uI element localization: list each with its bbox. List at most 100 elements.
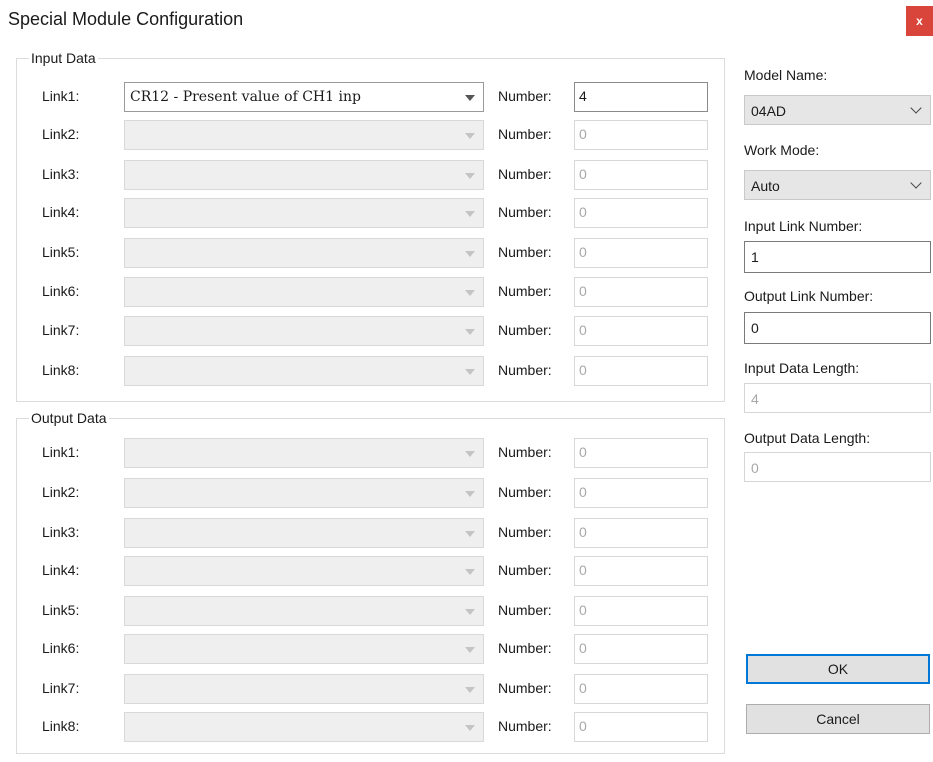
input-number-field: 0 — [574, 316, 708, 346]
input-number-field: 0 — [574, 160, 708, 190]
dropdown-arrow-icon — [465, 369, 475, 375]
output-link-combo — [124, 712, 484, 742]
input-number-label: Number: — [498, 166, 552, 182]
output-number-label: Number: — [498, 562, 552, 578]
dropdown-arrow-icon — [465, 725, 475, 731]
output-link-number-field[interactable]: 0 — [744, 312, 931, 344]
dropdown-arrow-icon — [465, 491, 475, 497]
input-data-length-field: 4 — [744, 383, 931, 413]
output-number-field: 0 — [574, 634, 708, 664]
input-link-row: Link2: Number: 0 — [0, 120, 720, 150]
input-link-row: Link6: Number: 0 — [0, 277, 720, 307]
output-link-label: Link5: — [42, 602, 80, 618]
input-number-field: 0 — [574, 277, 708, 307]
title-bar: Special Module Configuration x — [0, 0, 933, 40]
input-link-combo[interactable]: CR12 - Present value of CH1 inp — [124, 82, 484, 112]
dropdown-arrow-icon — [465, 451, 475, 457]
ok-button[interactable]: OK — [746, 654, 930, 684]
dropdown-arrow-icon — [465, 211, 475, 217]
dropdown-arrow-icon — [465, 95, 475, 101]
output-number-label: Number: — [498, 444, 552, 460]
close-button[interactable]: x — [906, 6, 933, 36]
output-number-field: 0 — [574, 674, 708, 704]
output-data-length-label: Output Data Length: — [744, 430, 871, 446]
output-link-combo — [124, 438, 484, 468]
dropdown-arrow-icon — [465, 290, 475, 296]
input-link-combo — [124, 120, 484, 150]
input-link-row: Link7: Number: 0 — [0, 316, 720, 346]
input-data-legend: Input Data — [31, 50, 96, 66]
input-number-field[interactable]: 4 — [574, 82, 708, 112]
input-link-label: Link7: — [42, 322, 80, 338]
input-link-row: Link8: Number: 0 — [0, 356, 720, 386]
output-link-row: Link6: Number: 0 — [0, 634, 720, 664]
dropdown-arrow-icon — [465, 251, 475, 257]
input-number-label: Number: — [498, 88, 552, 104]
window-title: Special Module Configuration — [8, 9, 244, 29]
input-link-combo — [124, 160, 484, 190]
output-link-combo — [124, 478, 484, 508]
cancel-button[interactable]: Cancel — [746, 704, 930, 734]
input-data-length-label: Input Data Length: — [744, 360, 860, 376]
output-link-combo — [124, 556, 484, 586]
output-link-label: Link4: — [42, 562, 80, 578]
input-link-number-field[interactable]: 1 — [744, 241, 931, 273]
output-number-field: 0 — [574, 556, 708, 586]
input-link-row: Link3: Number: 0 — [0, 160, 720, 190]
output-number-field: 0 — [574, 596, 708, 626]
output-link-combo — [124, 596, 484, 626]
output-number-label: Number: — [498, 640, 552, 656]
output-link-combo — [124, 634, 484, 664]
input-link-combo — [124, 277, 484, 307]
output-number-label: Number: — [498, 484, 552, 500]
input-number-label: Number: — [498, 283, 552, 299]
dropdown-arrow-icon — [465, 329, 475, 335]
model-name-value: 04AD — [751, 103, 787, 119]
input-link-label: Link3: — [42, 166, 80, 182]
input-number-label: Number: — [498, 362, 552, 378]
model-name-select[interactable]: 04AD — [744, 95, 931, 125]
output-link-row: Link3: Number: 0 — [0, 518, 720, 548]
output-link-number-label: Output Link Number: — [744, 288, 874, 304]
dropdown-arrow-icon — [465, 569, 475, 575]
input-number-label: Number: — [498, 204, 552, 220]
work-mode-label: Work Mode: — [744, 142, 820, 158]
output-number-label: Number: — [498, 680, 552, 696]
output-link-label: Link6: — [42, 640, 80, 656]
output-number-field: 0 — [574, 478, 708, 508]
output-link-row: Link7: Number: 0 — [0, 674, 720, 704]
close-icon: x — [916, 14, 923, 28]
input-link-row: Link5: Number: 0 — [0, 238, 720, 268]
input-link-label: Link8: — [42, 362, 80, 378]
input-link-label: Link1: — [42, 88, 80, 104]
input-number-field: 0 — [574, 356, 708, 386]
input-link-row: Link4: Number: 0 — [0, 198, 720, 228]
dropdown-arrow-icon — [465, 133, 475, 139]
input-link-label: Link5: — [42, 244, 80, 260]
input-link-combo — [124, 238, 484, 268]
output-link-label: Link1: — [42, 444, 80, 460]
input-number-label: Number: — [498, 126, 552, 142]
output-link-label: Link7: — [42, 680, 80, 696]
output-link-label: Link2: — [42, 484, 80, 500]
work-mode-select[interactable]: Auto — [744, 170, 931, 200]
input-link-row: Link1: CR12 - Present value of CH1 inp Num… — [0, 82, 720, 112]
dropdown-arrow-icon — [465, 687, 475, 693]
input-link-combo — [124, 316, 484, 346]
output-number-label: Number: — [498, 602, 552, 618]
input-number-label: Number: — [498, 244, 552, 260]
output-link-row: Link4: Number: 0 — [0, 556, 720, 586]
input-link-combo — [124, 356, 484, 386]
output-number-label: Number: — [498, 524, 552, 540]
output-link-combo — [124, 674, 484, 704]
model-name-label: Model Name: — [744, 67, 828, 83]
output-link-label: Link8: — [42, 718, 80, 734]
output-number-field: 0 — [574, 712, 708, 742]
input-number-field: 0 — [574, 120, 708, 150]
output-data-length-field: 0 — [744, 452, 931, 482]
dropdown-arrow-icon — [465, 531, 475, 537]
input-number-label: Number: — [498, 322, 552, 338]
output-link-label: Link3: — [42, 524, 80, 540]
output-link-combo — [124, 518, 484, 548]
output-link-row: Link8: Number: 0 — [0, 712, 720, 742]
